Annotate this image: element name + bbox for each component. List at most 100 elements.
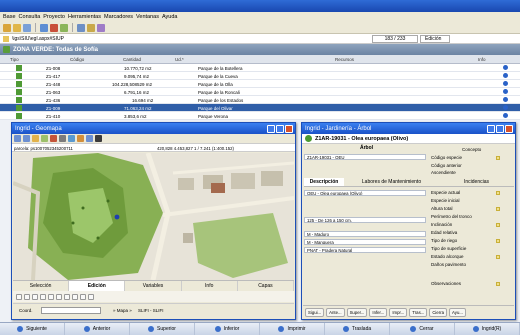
zone-header: ZONA VERDE: Todas de Sofía	[0, 44, 520, 55]
code-field[interactable]: Z1AR-19031 - OEU	[304, 154, 426, 160]
menu-proyecto[interactable]: Proyecto	[43, 14, 65, 20]
nav-next-button[interactable]: Siguiente	[0, 323, 65, 335]
column-info[interactable]: Info	[478, 57, 486, 62]
next-button[interactable]: Sigui...	[305, 307, 325, 317]
close-icon[interactable]	[505, 124, 513, 133]
minimize-icon[interactable]	[267, 124, 275, 133]
down-button[interactable]: Infer...	[369, 307, 388, 317]
menu-ventanas[interactable]: Ventanas	[136, 14, 159, 20]
menu-herramientas[interactable]: Herramientas	[68, 14, 101, 20]
nav-close-button[interactable]: Cerrar	[390, 323, 455, 335]
table-row[interactable]: Z1-448 104.228,508529 m2 Parque de la Ol…	[0, 80, 520, 88]
nav-previous-button[interactable]: Anterior	[65, 323, 130, 335]
delete-icon[interactable]	[88, 293, 94, 300]
species-field[interactable]: OEU - Olea europaea (Olivo)	[304, 190, 426, 196]
tab-edicion[interactable]: Edición	[69, 281, 126, 291]
edit-mode-field[interactable]: Edición	[420, 35, 450, 43]
irrigation-field[interactable]: M - Manguera	[304, 239, 426, 245]
zoom-out-icon[interactable]	[23, 135, 30, 142]
mapa-label: » Mapa »	[113, 308, 132, 313]
map-footer: Coord. » Mapa » SLIFI - SLIFI	[13, 303, 294, 318]
nav-ingrid-button[interactable]: Ingrid(R)	[455, 323, 520, 335]
map-image[interactable]	[13, 153, 294, 280]
draw-polygon-icon[interactable]	[32, 293, 38, 300]
close-icon[interactable]	[285, 124, 293, 133]
menu-marcadores[interactable]: Marcadores	[104, 14, 133, 20]
column-recursos[interactable]: Recursos	[335, 57, 354, 62]
table-row[interactable]: Z1-436 16.694 m2 Parque de los Estados	[0, 96, 520, 104]
window-titlebar	[0, 0, 520, 12]
column-ud[interactable]: Ud.*	[175, 57, 184, 62]
folder-icon[interactable]	[13, 23, 21, 32]
map-tabs: Selección Edición Variables Info Capas	[13, 280, 295, 291]
print-button[interactable]: Impr...	[389, 307, 408, 317]
tab-capas[interactable]: Capas	[238, 281, 295, 291]
menu-base[interactable]: Base	[3, 14, 16, 20]
table-row[interactable]: Z1-410 3.853,6 m2 Parque Verona	[0, 112, 520, 120]
previous-button[interactable]: Ante...	[326, 307, 345, 317]
rotate-icon[interactable]	[48, 293, 54, 300]
pan-icon[interactable]	[32, 135, 39, 142]
move-button[interactable]: Tras...	[409, 307, 428, 317]
help-button[interactable]: Ayu...	[449, 307, 466, 317]
search-icon[interactable]	[77, 23, 85, 32]
info-icon[interactable]	[68, 135, 75, 142]
move-icon[interactable]	[40, 293, 46, 300]
zoom-in-icon[interactable]	[14, 135, 21, 142]
measure-icon[interactable]	[59, 135, 66, 142]
surface-field[interactable]: PNAT - Pradera Natural	[304, 247, 426, 253]
filter-icon[interactable]	[87, 23, 95, 32]
menu-consulta[interactable]: Consulta	[19, 14, 41, 20]
table-row-selected[interactable]: Z1-009 71.063,24 m2 Parque del Olivar	[0, 104, 520, 112]
nav-up-button[interactable]: Superior	[130, 323, 195, 335]
layers-icon[interactable]	[41, 135, 48, 142]
save-icon[interactable]	[23, 23, 31, 32]
concept-header: Concepto	[462, 147, 482, 152]
help-icon[interactable]	[97, 23, 105, 32]
row-name: Parque de la Cueva	[198, 73, 238, 79]
refresh-icon[interactable]	[86, 135, 93, 142]
perimeter-field[interactable]: 125 - De 126 a 150 cm.	[304, 217, 426, 223]
redo-icon[interactable]	[80, 293, 86, 300]
tab-variables[interactable]: Variables	[125, 281, 182, 291]
tab-incidencias[interactable]: Incidencias	[439, 178, 514, 186]
column-tipo[interactable]: Tipo	[10, 57, 19, 62]
refresh-icon[interactable]	[40, 23, 48, 32]
maximize-icon[interactable]	[276, 124, 284, 133]
tree-heading-text: Z1AR-19031 - Olea europaea (Olivo)	[315, 135, 409, 142]
print-icon[interactable]	[60, 23, 68, 32]
draw-line-icon[interactable]	[24, 293, 30, 300]
up-button[interactable]: Super...	[346, 307, 368, 317]
nav-print-button[interactable]: Imprimir	[260, 323, 325, 335]
delete-icon[interactable]	[50, 23, 58, 32]
close-button[interactable]: Cierra	[429, 307, 448, 317]
search-icon[interactable]	[95, 135, 102, 142]
tab-labores[interactable]: Labores de Mantenimiento	[344, 178, 439, 186]
tree-window: Ingrid - Jardinería - Árbol Z1AR-19031 -…	[301, 122, 516, 320]
tab-seleccion[interactable]: Selección	[13, 281, 70, 291]
select-icon[interactable]	[50, 135, 57, 142]
minimize-icon[interactable]	[487, 124, 495, 133]
coord-field[interactable]	[41, 307, 101, 314]
map-canvas[interactable]	[13, 153, 294, 280]
table-row[interactable]: Z1-008 10.770,72 m2 Parque de la Botelle…	[0, 64, 520, 72]
mapa-value[interactable]: SLIFI - SLIFI	[138, 308, 164, 313]
tab-info[interactable]: Info	[182, 281, 238, 291]
undo-icon[interactable]	[72, 293, 78, 300]
table-row[interactable]: Z1-063 6.791,16 m2 Parque de la Roncali	[0, 88, 520, 96]
cut-icon[interactable]	[56, 293, 62, 300]
column-codigo[interactable]: Código	[70, 57, 84, 62]
open-folder-icon[interactable]	[3, 23, 11, 32]
maximize-icon[interactable]	[496, 124, 504, 133]
menu-ayuda[interactable]: Ayuda	[162, 14, 178, 20]
table-row[interactable]: Z1-417 9.095,74 m2 Parque de la Cueva	[0, 72, 520, 80]
nav-down-button[interactable]: Inferior	[195, 323, 260, 335]
maturity-field[interactable]: M - Maduro	[304, 231, 426, 237]
merge-icon[interactable]	[64, 293, 70, 300]
print-icon[interactable]	[77, 135, 84, 142]
column-cantidad[interactable]: Cantidad	[123, 57, 141, 62]
arrow-right-icon	[17, 326, 24, 332]
tab-descripcion[interactable]: Descripción	[304, 178, 344, 186]
nav-move-button[interactable]: Traslada	[325, 323, 390, 335]
draw-point-icon[interactable]	[16, 293, 22, 300]
